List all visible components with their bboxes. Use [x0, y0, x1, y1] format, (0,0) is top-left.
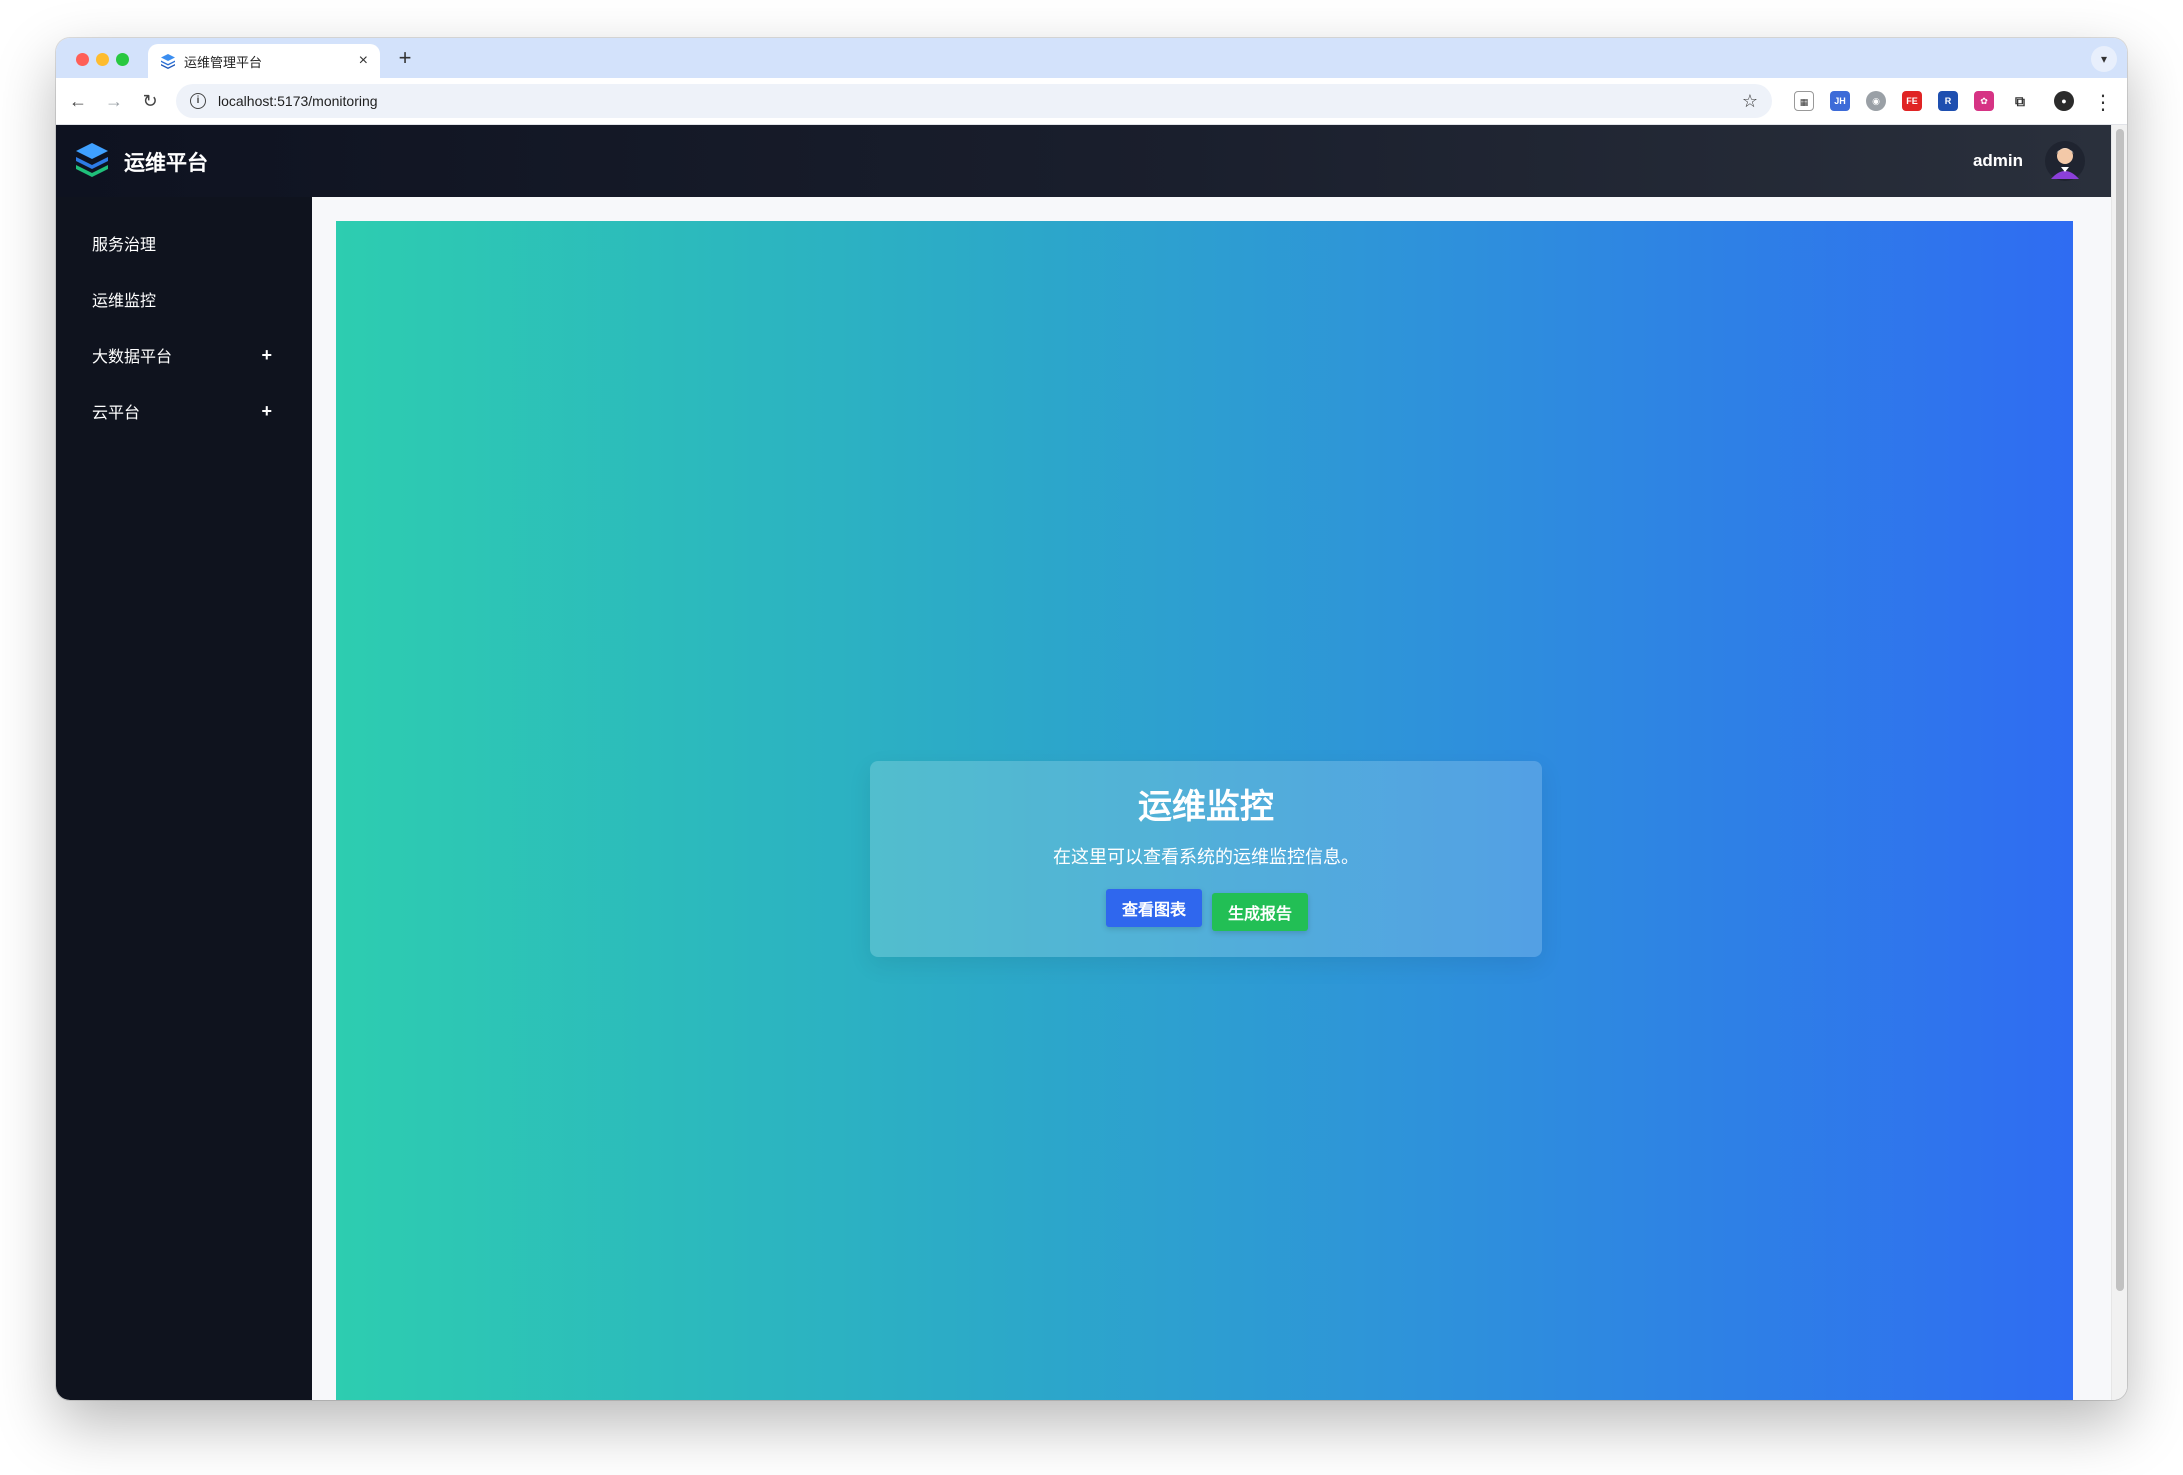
sidebar-item-label: 运维监控: [92, 293, 157, 310]
address-bar[interactable]: i localhost:5173/monitoring ☆: [176, 84, 1772, 118]
color-extension-icon[interactable]: ✿: [1974, 91, 1994, 111]
app-header: 运维平台 admin: [56, 125, 2111, 197]
fe-extension-icon[interactable]: FE: [1902, 91, 1922, 111]
sidebar-item-big-data-platform[interactable]: 大数据平台 +: [56, 327, 312, 383]
generate-report-button[interactable]: 生成报告: [1212, 893, 1308, 931]
web-page: 运维平台 admin 服务治理 运维监控 大数据平台 + 云平台 + 运维监控 …: [56, 125, 2127, 1400]
sidebar: 服务治理 运维监控 大数据平台 + 云平台 +: [56, 197, 312, 1400]
sidebar-item-cloud-platform[interactable]: 云平台 +: [56, 383, 312, 439]
page-title: 运维监控: [1138, 788, 1274, 826]
sidebar-item-label: 云平台: [92, 405, 141, 422]
forward-arrow-icon[interactable]: →: [102, 90, 126, 114]
tab-close-icon[interactable]: ×: [359, 52, 368, 70]
username[interactable]: admin: [1973, 151, 2023, 171]
expand-plus-icon[interactable]: +: [261, 345, 272, 366]
profile-icon[interactable]: ●: [2054, 91, 2074, 111]
page-description: 在这里可以查看系统的运维监控信息。: [1053, 847, 1359, 867]
reload-icon[interactable]: ↻: [138, 90, 162, 114]
monitoring-hero-panel: 运维监控 在这里可以查看系统的运维监控信息。 查看图表 生成报告: [336, 221, 2073, 1400]
expand-plus-icon[interactable]: +: [261, 401, 272, 422]
browser-toolbar: ← → ↻ i localhost:5173/monitoring ☆ ▦ JH…: [56, 78, 2127, 125]
tab-strip: 运维管理平台 × + ▾: [56, 38, 2127, 78]
tab-title: 运维管理平台: [184, 54, 263, 70]
main-content: 运维监控 在这里可以查看系统的运维监控信息。 查看图表 生成报告: [312, 197, 2111, 1400]
app-title: 运维平台: [124, 152, 208, 175]
view-chart-button[interactable]: 查看图表: [1106, 889, 1202, 927]
avatar[interactable]: [2045, 141, 2085, 181]
sidebar-item-service-governance[interactable]: 服务治理: [56, 215, 312, 271]
sidebar-item-label: 服务治理: [92, 237, 157, 254]
monitoring-card: 运维监控 在这里可以查看系统的运维监控信息。 查看图表 生成报告: [870, 761, 1542, 957]
browser-menu-icon[interactable]: ⋮: [2093, 90, 2113, 115]
scrollbar-thumb[interactable]: [2116, 129, 2124, 1291]
maximize-window-button[interactable]: [116, 53, 129, 66]
sidebar-item-label: 大数据平台: [92, 349, 173, 366]
bookmark-star-icon[interactable]: ☆: [1742, 91, 1758, 112]
puzzle-icon[interactable]: ⧉: [2010, 91, 2030, 111]
stack-layers-logo-icon: [76, 143, 108, 177]
jh-extension-icon[interactable]: JH: [1830, 91, 1850, 111]
page-scrollbar[interactable]: [2111, 125, 2127, 1400]
back-arrow-icon[interactable]: ←: [66, 90, 90, 114]
tab-search-chevron-icon[interactable]: ▾: [2091, 46, 2117, 72]
browser-window: 运维管理平台 × + ▾ ← → ↻ i localhost:5173/moni…: [56, 38, 2127, 1400]
bookmark-extension-icon[interactable]: R: [1938, 91, 1958, 111]
qr-code-icon[interactable]: ▦: [1794, 91, 1814, 111]
close-window-button[interactable]: [76, 53, 89, 66]
new-tab-button[interactable]: +: [392, 46, 418, 72]
sidebar-item-ops-monitoring[interactable]: 运维监控: [56, 271, 312, 327]
shield-extension-icon[interactable]: ◉: [1866, 91, 1886, 111]
stack-layers-icon: [161, 54, 175, 69]
browser-tab-active[interactable]: 运维管理平台 ×: [148, 44, 380, 78]
minimize-window-button[interactable]: [96, 53, 109, 66]
url-text[interactable]: localhost:5173/monitoring: [218, 93, 1742, 109]
site-info-icon[interactable]: i: [190, 93, 206, 109]
